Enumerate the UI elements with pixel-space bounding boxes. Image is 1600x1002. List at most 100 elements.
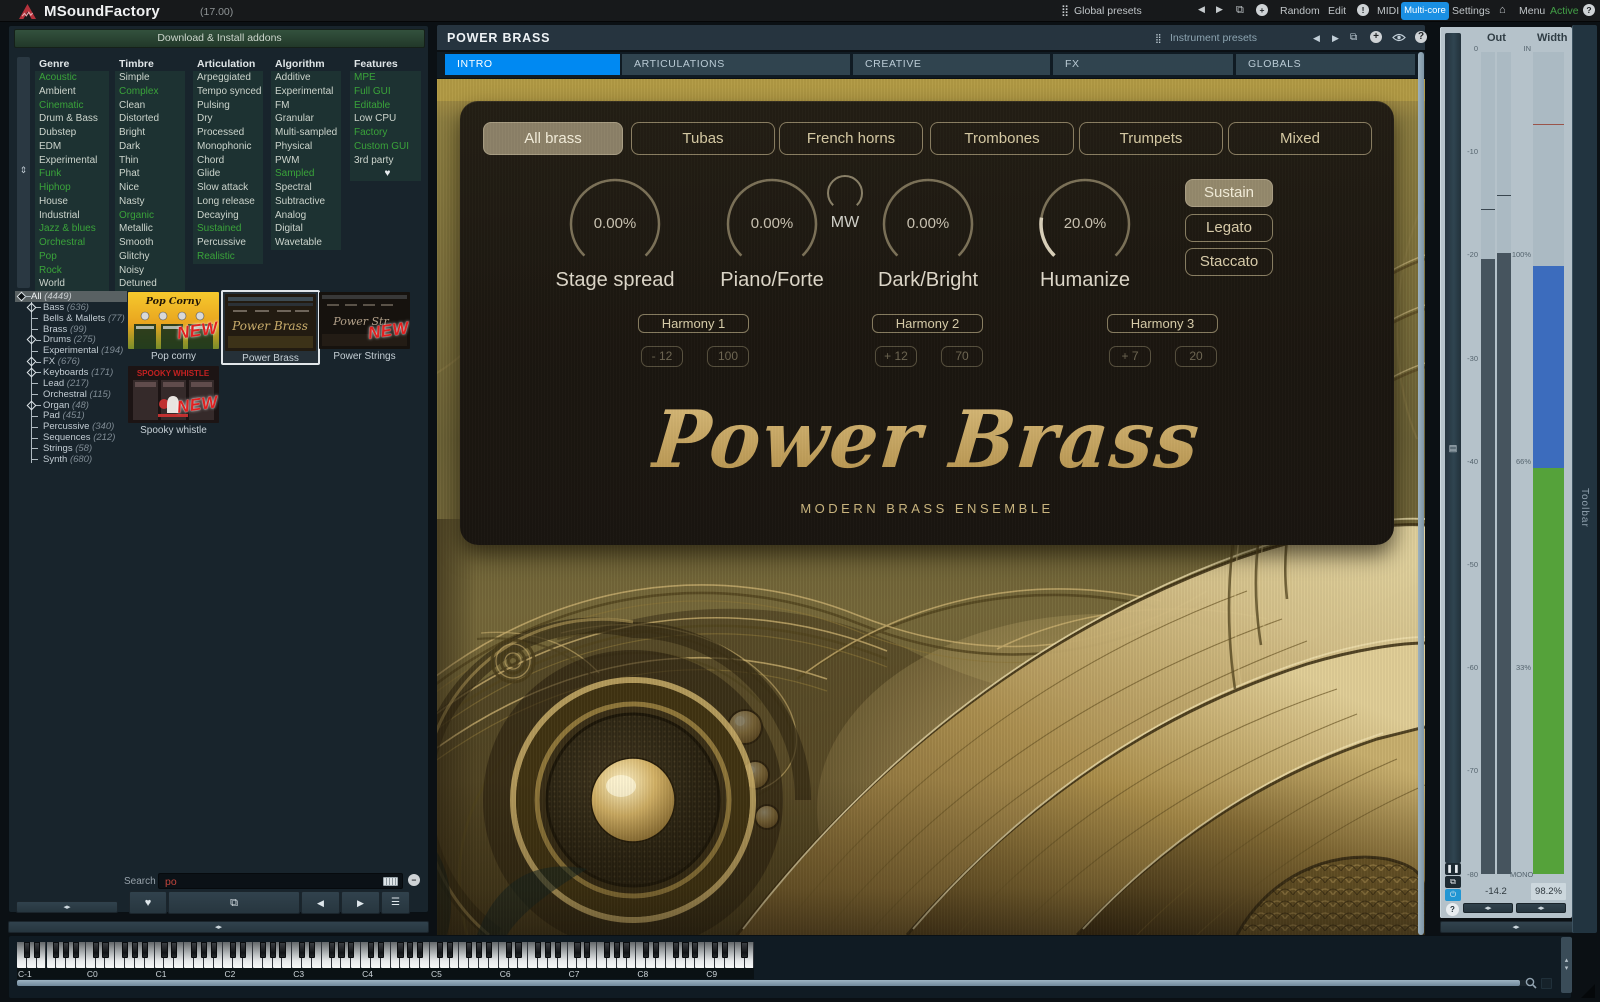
pause-icon[interactable]: ❚❚: [1445, 863, 1461, 875]
fader-thumb-icon[interactable]: ▤: [1448, 442, 1458, 455]
external-icon[interactable]: ⧉: [1236, 4, 1244, 17]
filter-item[interactable]: Experimental: [271, 85, 341, 99]
black-key[interactable]: [604, 942, 610, 958]
filter-item[interactable]: Slow attack: [193, 181, 263, 195]
filter-item[interactable]: Nasty: [115, 195, 185, 209]
filter-item[interactable]: Custom GUI: [350, 140, 421, 154]
filter-item[interactable]: Metallic: [115, 222, 185, 236]
filter-item[interactable]: Dark: [115, 140, 185, 154]
filter-item[interactable]: Full GUI: [350, 85, 421, 99]
harmony-value-button[interactable]: 20: [1175, 346, 1217, 367]
black-key[interactable]: [623, 942, 629, 958]
filter-item[interactable]: ♥: [350, 167, 421, 181]
filter-scrollbar[interactable]: ⇕: [17, 57, 30, 288]
filter-item[interactable]: Clean: [115, 99, 185, 113]
midi-button[interactable]: MIDI: [1377, 5, 1399, 17]
filter-item[interactable]: Bright: [115, 126, 185, 140]
black-key[interactable]: [201, 942, 207, 958]
filter-item[interactable]: Jazz & blues: [35, 222, 109, 236]
articulation-button-staccato[interactable]: Staccato: [1185, 248, 1273, 276]
add-circle-icon[interactable]: +: [1256, 4, 1268, 16]
black-key[interactable]: [53, 942, 59, 958]
black-key[interactable]: [211, 942, 217, 958]
external-icon[interactable]: ⧉: [1350, 32, 1357, 43]
edit-button[interactable]: Edit: [1328, 5, 1346, 17]
home-icon[interactable]: ⌂: [1499, 4, 1506, 16]
filter-item[interactable]: Digital: [271, 222, 341, 236]
harmony-value-button[interactable]: 70: [941, 346, 983, 367]
tree-item-fx[interactable]: FX (676): [15, 356, 127, 367]
filter-item[interactable]: Sustained: [193, 222, 263, 236]
black-key[interactable]: [407, 942, 413, 958]
keyboard-icon[interactable]: [383, 877, 398, 886]
knob-arc[interactable]: [571, 180, 659, 256]
tree-item-pad[interactable]: Pad (451): [15, 410, 127, 421]
filter-item[interactable]: Granular: [271, 112, 341, 126]
black-key[interactable]: [722, 942, 728, 958]
tree-item-all[interactable]: All (4449): [15, 291, 127, 302]
black-key[interactable]: [24, 942, 30, 958]
tree-item-keyboards[interactable]: Keyboards (171): [15, 367, 127, 378]
harmony-value-button[interactable]: + 7: [1109, 346, 1151, 367]
help-circle-icon[interactable]: ?: [1415, 31, 1427, 43]
tree-item-strings[interactable]: Strings (58): [15, 443, 127, 454]
out-meter-handle[interactable]: ◂▸: [1463, 903, 1513, 913]
piano-keyboard[interactable]: [17, 942, 754, 968]
black-key[interactable]: [515, 942, 521, 958]
harmony-button-1[interactable]: Harmony 1: [638, 314, 749, 333]
tree-item-orchestral[interactable]: Orchestral (115): [15, 389, 127, 400]
black-key[interactable]: [171, 942, 177, 958]
black-key[interactable]: [535, 942, 541, 958]
preset-thumbnail-powerbrass[interactable]: Power Brass: [225, 294, 316, 351]
filter-item[interactable]: PWM: [271, 154, 341, 168]
download-install-addons-button[interactable]: Download & Install addons: [14, 29, 425, 48]
power-icon[interactable]: ⏻: [1445, 889, 1461, 901]
filter-item[interactable]: Funk: [35, 167, 109, 181]
black-key[interactable]: [614, 942, 620, 958]
filter-item[interactable]: Dubstep: [35, 126, 109, 140]
filter-item[interactable]: Orchestral: [35, 236, 109, 250]
filter-item[interactable]: Hiphop: [35, 181, 109, 195]
back-icon[interactable]: ◀: [1313, 33, 1320, 44]
keyboard-hscroll-thumb[interactable]: [17, 980, 1520, 986]
black-key[interactable]: [348, 942, 354, 958]
multicore-button[interactable]: Multi-core: [1401, 2, 1449, 20]
tree-expander-icon[interactable]: [27, 302, 37, 312]
sidebar-resize-handle[interactable]: ◂▸: [16, 901, 118, 913]
filter-item[interactable]: Realistic: [193, 250, 263, 264]
help-circle-icon[interactable]: ?: [1583, 4, 1595, 16]
filter-item[interactable]: Percussive: [193, 236, 263, 250]
black-key[interactable]: [378, 942, 384, 958]
black-key[interactable]: [329, 942, 335, 958]
tree-item-synth[interactable]: Synth (680): [15, 454, 127, 465]
clear-search-icon[interactable]: −: [408, 874, 420, 886]
black-key[interactable]: [309, 942, 315, 958]
preset-thumbnail-powerstrings[interactable]: Power Str NEW: [319, 292, 410, 349]
section-button-trombones[interactable]: Trombones: [930, 122, 1074, 155]
filter-item[interactable]: Glide: [193, 167, 263, 181]
tree-item-lead[interactable]: Lead (217): [15, 378, 127, 389]
filter-item[interactable]: Thin: [115, 154, 185, 168]
tree-item-organ[interactable]: Organ (48): [15, 400, 127, 411]
filter-item[interactable]: Noisy: [115, 264, 185, 278]
tab-intro[interactable]: INTRO: [445, 54, 620, 75]
scroll-down-icon[interactable]: ▾: [1561, 965, 1572, 973]
filter-item[interactable]: Detuned: [115, 277, 185, 291]
articulation-button-legato[interactable]: Legato: [1185, 214, 1273, 242]
preset-thumbnail-spooky[interactable]: SPOOKY WHISTLE NEW: [128, 366, 219, 423]
filter-item[interactable]: Physical: [271, 140, 341, 154]
width-meter-handle[interactable]: ◂▸: [1516, 903, 1566, 913]
keyboard-extra-button[interactable]: [1541, 978, 1552, 989]
zoom-icon[interactable]: [1525, 977, 1537, 989]
filter-item[interactable]: MPE: [350, 71, 421, 85]
black-key[interactable]: [712, 942, 718, 958]
filter-item[interactable]: Rock: [35, 264, 109, 278]
preset-thumbnail-label[interactable]: Power Strings: [319, 351, 410, 362]
black-key[interactable]: [466, 942, 472, 958]
section-button-mixed[interactable]: Mixed: [1228, 122, 1372, 155]
preset-thumbnail-label[interactable]: Pop corny: [128, 351, 219, 362]
filter-item[interactable]: Analog: [271, 209, 341, 223]
filter-item[interactable]: Organic: [115, 209, 185, 223]
section-button-tubas[interactable]: Tubas: [631, 122, 775, 155]
black-key[interactable]: [230, 942, 236, 958]
